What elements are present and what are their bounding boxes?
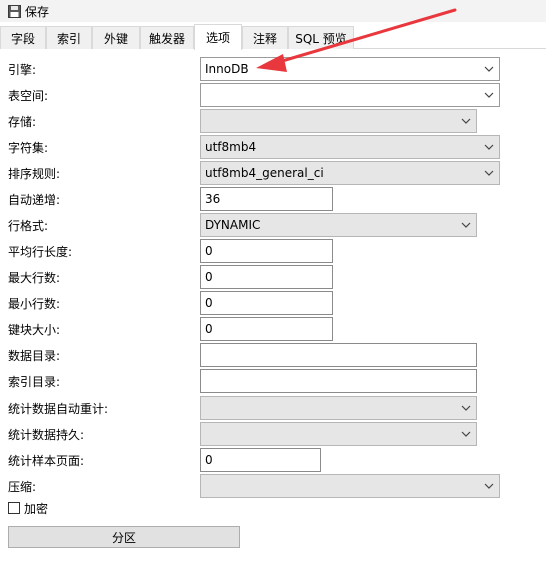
row-format-select[interactable]: DYNAMIC	[200, 213, 477, 237]
max-rows-label: 最大行数:	[8, 271, 61, 285]
stats-auto-recalc-label: 统计数据自动重计:	[8, 402, 109, 416]
encryption-checkbox[interactable]	[8, 502, 20, 514]
chevron-down-icon	[484, 66, 494, 72]
index-directory-input[interactable]	[200, 369, 477, 393]
stats-sample-pages-input[interactable]: 0	[200, 448, 321, 472]
auto-increment-input[interactable]: 36	[200, 187, 333, 211]
charset-value: utf8mb4	[205, 140, 257, 154]
tablespace-label: 表空间:	[8, 89, 49, 103]
chevron-down-icon	[461, 431, 471, 437]
charset-select[interactable]: utf8mb4	[200, 135, 500, 159]
tab-triggers[interactable]: 触发器	[140, 26, 194, 49]
max-rows-input[interactable]: 0	[200, 265, 333, 289]
encryption-label: 加密	[24, 501, 49, 516]
toolbar: 保存	[0, 0, 546, 22]
chevron-down-icon	[484, 92, 494, 98]
data-directory-label: 数据目录:	[8, 349, 61, 363]
collation-label: 排序规则:	[8, 167, 61, 181]
tab-foreign-keys[interactable]: 外键	[92, 26, 140, 49]
save-button[interactable]: 保存	[6, 1, 51, 21]
collation-select[interactable]: utf8mb4_general_ci	[200, 161, 500, 185]
min-rows-label: 最小行数:	[8, 297, 61, 311]
chevron-down-icon	[484, 144, 494, 150]
tab-comments[interactable]: 注释	[242, 26, 288, 49]
partition-button[interactable]: 分区	[8, 526, 240, 548]
collation-value: utf8mb4_general_ci	[205, 166, 324, 180]
chevron-down-icon	[461, 405, 471, 411]
row-format-value: DYNAMIC	[205, 218, 261, 232]
storage-label: 存储:	[8, 115, 37, 129]
index-directory-label: 索引目录:	[8, 375, 61, 389]
avg-row-length-label: 平均行长度:	[8, 245, 73, 259]
avg-row-length-input[interactable]: 0	[200, 239, 333, 263]
stats-auto-recalc-select[interactable]	[200, 396, 477, 420]
engine-label: 引擎:	[8, 63, 37, 77]
min-rows-input[interactable]: 0	[200, 291, 333, 315]
chevron-down-icon	[484, 170, 494, 176]
chevron-down-icon	[461, 118, 471, 124]
save-label: 保存	[25, 4, 50, 19]
tab-options[interactable]: 选项	[194, 24, 242, 50]
compression-label: 压缩:	[8, 480, 37, 494]
stats-sample-pages-label: 统计样本页面:	[8, 454, 85, 468]
stats-persistent-label: 统计数据持久:	[8, 428, 85, 442]
floppy-disk-icon	[8, 4, 21, 18]
tab-bar: 字段 索引 外键 触发器 选项 注释 SQL 预览	[0, 24, 546, 50]
engine-value: InnoDB	[205, 62, 249, 76]
key-block-size-label: 键块大小:	[8, 323, 61, 337]
tab-sql-preview[interactable]: SQL 预览	[288, 26, 354, 49]
encryption-option[interactable]: 加密	[8, 500, 48, 516]
row-format-label: 行格式:	[8, 219, 49, 233]
engine-select[interactable]: InnoDB	[200, 57, 500, 81]
chevron-down-icon	[461, 222, 471, 228]
charset-label: 字符集:	[8, 141, 49, 155]
tab-fields[interactable]: 字段	[0, 26, 46, 49]
storage-select[interactable]	[200, 109, 477, 133]
tab-indexes[interactable]: 索引	[46, 26, 92, 49]
data-directory-input[interactable]	[200, 343, 477, 367]
stats-persistent-select[interactable]	[200, 422, 477, 446]
compression-select[interactable]	[200, 474, 500, 498]
tablespace-select[interactable]	[200, 83, 500, 107]
chevron-down-icon	[484, 483, 494, 489]
key-block-size-input[interactable]: 0	[200, 317, 333, 341]
auto-increment-label: 自动递增:	[8, 193, 61, 207]
